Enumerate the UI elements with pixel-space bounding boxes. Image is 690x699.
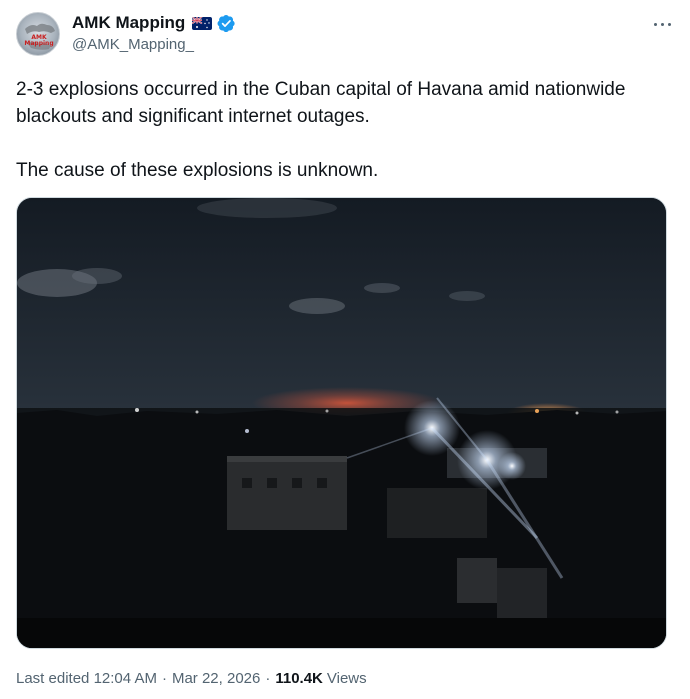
night-city-photo: [17, 198, 666, 648]
author-handle[interactable]: @AMK_Mapping_: [72, 36, 194, 53]
avatar[interactable]: AMK Mapping: [16, 12, 60, 56]
separator-dot: ·: [161, 669, 167, 687]
tweet-text: 2-3 explosions occurred in the Cuban cap…: [16, 79, 626, 181]
separator-dot: ·: [265, 669, 271, 687]
tweet-footer: Last edited 12:04 AM · Mar 22, 2026 · 11…: [16, 666, 367, 690]
verified-badge-icon[interactable]: [217, 14, 236, 33]
views-count: 110.4K: [275, 669, 323, 687]
tweet-time[interactable]: 12:04 AM: [94, 670, 157, 687]
more-options-icon[interactable]: [652, 16, 674, 32]
tweet-photo[interactable]: [16, 197, 667, 649]
views-label: Views: [326, 669, 367, 687]
tweet-header: AMK Mapping AMK Mapping @AMK_Mapping_: [16, 12, 674, 60]
tweet-date[interactable]: Mar 22, 2026: [172, 670, 260, 687]
last-edited-label[interactable]: Last edited: [16, 670, 89, 687]
australia-flag-icon: [192, 16, 213, 30]
avatar-logo-text: AMK Mapping: [24, 34, 54, 47]
name-row: AMK Mapping: [72, 12, 236, 34]
display-name[interactable]: AMK Mapping: [72, 13, 185, 33]
